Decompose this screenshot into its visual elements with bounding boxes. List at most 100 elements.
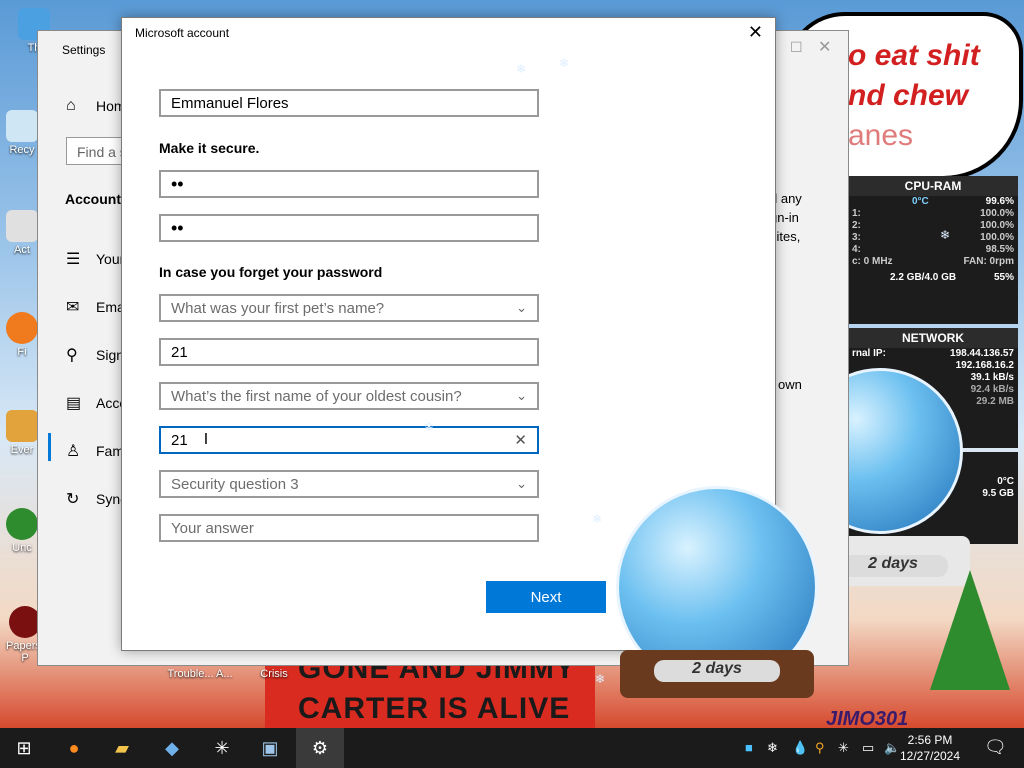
tray-icon-search[interactable]: ⚲	[815, 740, 825, 756]
security-answer-3-field[interactable]: Your answer	[159, 514, 539, 542]
sidebar-item-sign-in[interactable]: ⚲ Sign	[66, 345, 124, 365]
network-icon[interactable]: ▭	[862, 740, 874, 756]
cpu-core-2-label: 2:	[852, 220, 861, 231]
settings-title: Settings	[62, 43, 106, 57]
clear-icon[interactable]: ✕	[514, 431, 527, 449]
snowflake-icon: ❄	[424, 420, 435, 434]
taskbar-app-4[interactable]: ✳	[198, 728, 246, 768]
image-icon: ▣	[261, 737, 279, 758]
app-icon: ◆	[165, 737, 179, 758]
security-question-3-value: Security question 3	[171, 475, 299, 493]
taskbar-settings[interactable]: ⚙	[296, 728, 344, 768]
chevron-down-icon: ⌄	[516, 300, 527, 315]
cpu-fan: FAN: 0rpm	[963, 256, 1014, 267]
windows-logo-icon: ⊞	[16, 737, 32, 758]
taskbar-clock[interactable]: 2:56 PM 12/27/2024	[890, 732, 970, 764]
cpu-core-4-value: 98.5%	[985, 244, 1014, 255]
security-question-1-value: What was your first pet’s name?	[171, 299, 385, 317]
globe-label-front: 2 days	[654, 660, 780, 682]
external-ip-label: rnal IP:	[852, 348, 886, 359]
cpu-core-3-label: 3:	[852, 232, 861, 243]
user-info-icon: ☰	[66, 251, 81, 268]
security-answer-2-field[interactable]: 21 I ✕	[159, 426, 539, 454]
security-question-2-select[interactable]: What’s the first name of your oldest cou…	[159, 382, 539, 410]
confirm-password-field[interactable]: ••	[159, 214, 539, 242]
folder-icon: ▰	[115, 737, 129, 758]
dialog-title: Microsoft account	[135, 26, 230, 40]
sidebar-item-access[interactable]: ▤ Acce	[66, 393, 127, 413]
name-field[interactable]: Emmanuel Flores	[159, 89, 539, 117]
snowflake-icon: ❄	[559, 56, 570, 70]
taskbar-firefox[interactable]: ●	[50, 728, 98, 768]
taskbar: ⊞ ● ▰ ◆ ✳ ▣ ⚙ ■ ❄ 💧 ⚲ ✳ ▭ 🔈 2:56 PM 12/2…	[0, 728, 1024, 768]
security-question-1-select[interactable]: What was your first pet’s name? ⌄	[159, 294, 539, 322]
home-icon: ⌂	[66, 97, 76, 114]
firefox-icon: ●	[68, 737, 80, 758]
notification-icon[interactable]: 🗨	[984, 737, 1007, 758]
start-button[interactable]: ⊞	[0, 728, 48, 768]
extra-temp: 0°C	[997, 476, 1014, 487]
corner-text: JIMO301	[826, 708, 909, 728]
settings-maximize-button[interactable]: ☐	[790, 39, 803, 56]
cpu-core-3-value: 100.0%	[980, 232, 1014, 243]
sidebar-item-family[interactable]: ♙ Fam	[66, 441, 124, 461]
briefcase-icon: ▤	[66, 395, 82, 412]
snowflake-icon: ❄	[940, 228, 951, 242]
cpu-freq: c: 0 MHz	[852, 256, 893, 267]
desktop-icon-6[interactable]: Unc	[2, 508, 42, 554]
make-secure-heading: Make it secure.	[159, 140, 260, 156]
settings-section-heading: Accounts	[65, 191, 129, 207]
taskbar-app-3[interactable]: ◆	[148, 728, 196, 768]
network-gadget-title: NETWORK	[848, 328, 1018, 348]
cpu-gadget-title: CPU-RAM	[848, 176, 1018, 196]
snowflake-icon: ❄	[592, 512, 603, 526]
key-icon: ⚲	[66, 347, 78, 364]
tray-icon-star[interactable]: ✳	[838, 740, 849, 756]
desktop-icon-firefox[interactable]: Fi	[2, 312, 42, 358]
tray-icon-drop[interactable]: 💧	[792, 740, 808, 756]
tray-icon-1[interactable]: ■	[745, 740, 753, 755]
security-answer-1-field[interactable]: 21	[159, 338, 539, 366]
snowflake-icon: ❄	[516, 62, 527, 76]
settings-close-button[interactable]: ✕	[818, 37, 831, 57]
cpu-core-1-value: 100.0%	[980, 208, 1014, 219]
desktop-file-label-1[interactable]: Trouble... A...	[160, 668, 240, 680]
desktop-icon-5[interactable]: Ever	[2, 410, 42, 456]
security-question-2-value: What’s the first name of your oldest cou…	[171, 387, 462, 405]
security-answer-2-value: 21	[171, 431, 188, 449]
cpu-total: 99.6%	[985, 196, 1014, 207]
sidebar-item-your-info[interactable]: ☰ Your	[66, 249, 124, 269]
taskbar-app-5[interactable]: ▣	[246, 728, 294, 768]
sidebar-item-sync[interactable]: ↻ Sync	[66, 489, 127, 509]
meme-text-line-2: CARTER IS ALIVE	[298, 692, 571, 725]
text-cursor-icon: I	[203, 431, 209, 448]
dialog-close-button[interactable]: ✕	[748, 22, 763, 43]
cpu-core-4-label: 4:	[852, 244, 861, 255]
cpu-core-2-value: 100.0%	[980, 220, 1014, 231]
sidebar-item-email[interactable]: ✉ Ema	[66, 297, 125, 317]
settings-home[interactable]: ⌂ Hom	[66, 97, 126, 115]
clock-time: 2:56 PM	[907, 733, 953, 747]
download-speed: 92.4 kB/s	[970, 384, 1014, 395]
chevron-down-icon: ⌄	[516, 388, 527, 403]
ram-usage: 2.2 GB/4.0 GB	[890, 272, 957, 283]
password-field[interactable]: ••	[159, 170, 539, 198]
asterisk-icon: ✳	[214, 737, 230, 758]
network-total: 29.2 MB	[976, 396, 1014, 407]
desktop-icon-3[interactable]: Act	[2, 210, 42, 256]
external-ip: 198.44.136.57	[950, 348, 1014, 359]
tray-icon-snow[interactable]: ❄	[767, 740, 778, 756]
extra-mem: 9.5 GB	[982, 488, 1014, 499]
internal-ip: 192.168.16.2	[955, 360, 1014, 371]
mail-icon: ✉	[66, 299, 80, 316]
taskbar-file-explorer[interactable]: ▰	[98, 728, 146, 768]
next-button[interactable]: Next	[486, 581, 606, 613]
desktop-icon-recycle-bin[interactable]: Recy	[2, 110, 42, 156]
desktop-file-label-2[interactable]: Crisis	[256, 668, 292, 680]
cpu-ram-gadget[interactable]: CPU-RAM 0°C 99.6% 1: 100.0% 2: 100.0% 3: 100…	[848, 176, 1018, 324]
snowflake-icon: ❄	[595, 672, 606, 686]
gear-icon: ⚙	[311, 737, 329, 758]
security-question-3-select[interactable]: Security question 3 ⌄	[159, 470, 539, 498]
chevron-down-icon: ⌄	[516, 476, 527, 491]
cpu-temp: 0°C	[912, 196, 929, 207]
